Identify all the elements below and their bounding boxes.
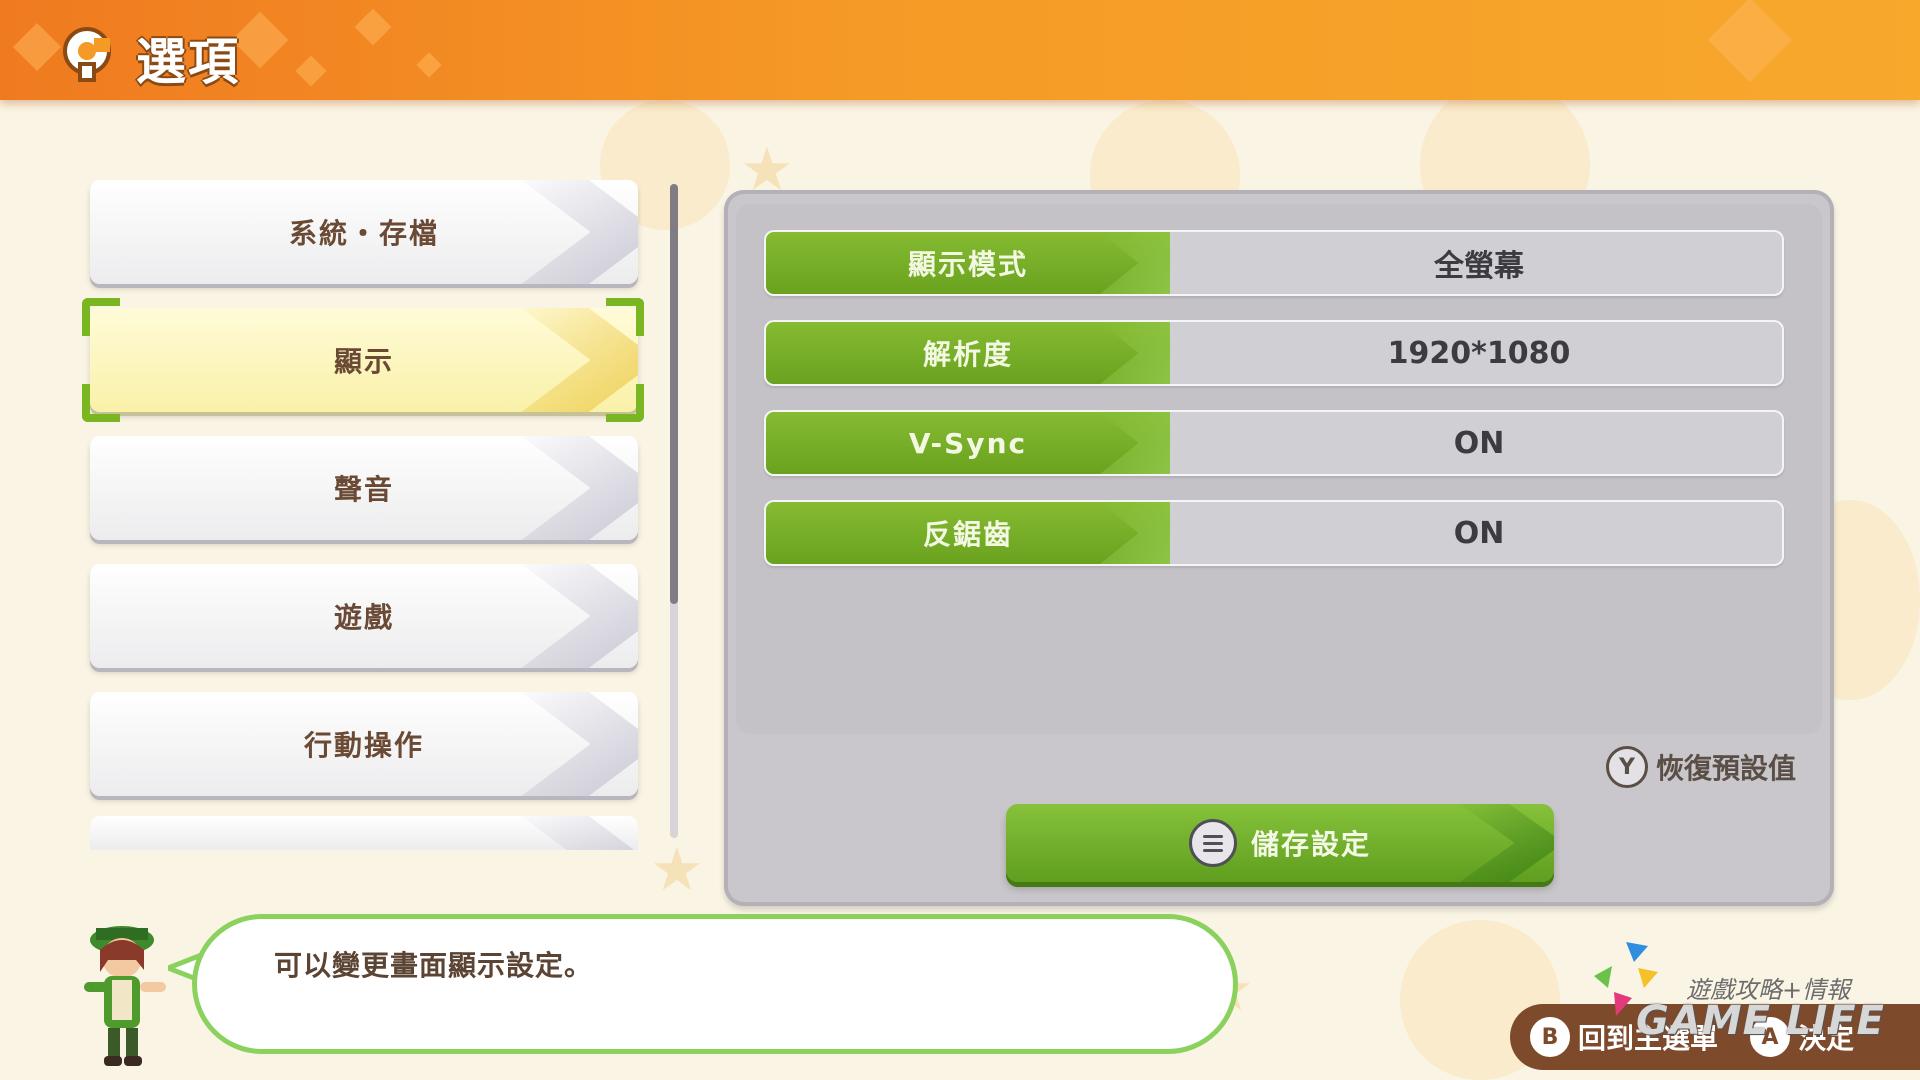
menu-item-game[interactable]: 遊戲 bbox=[90, 564, 638, 668]
menu-item-label: 系統・存檔 bbox=[288, 217, 439, 250]
menu-item-mobile-controls[interactable]: 行動操作 bbox=[90, 692, 638, 796]
menu-item-sound[interactable]: 聲音 bbox=[90, 436, 638, 540]
menu-item-partial[interactable] bbox=[90, 816, 638, 850]
hint-text: 可以變更畫面顯示設定。 bbox=[274, 949, 594, 982]
page-title: 選項 bbox=[136, 33, 240, 91]
star-icon: ★ bbox=[650, 835, 704, 905]
menu-item-label: 遊戲 bbox=[333, 601, 394, 634]
y-button-icon: Y bbox=[1606, 746, 1648, 788]
speech-bubble bbox=[192, 914, 1238, 1054]
menu-button-icon bbox=[1188, 819, 1237, 867]
setting-name: 反鋸齒 bbox=[766, 502, 1170, 564]
header-bar: 選項 bbox=[0, 0, 1920, 100]
guide-character bbox=[84, 926, 166, 1066]
setting-name: V-Sync bbox=[766, 412, 1170, 474]
selection-bracket bbox=[606, 384, 644, 422]
setting-row-resolution[interactable]: 解析度 1920*1080 bbox=[764, 320, 1784, 386]
watermark-title: GAME LIFE bbox=[1636, 998, 1885, 1044]
restore-defaults-label: 恢復預設值 bbox=[1656, 752, 1797, 785]
menu-item-label: 顯示 bbox=[333, 345, 394, 378]
menu-item-label: 行動操作 bbox=[303, 729, 424, 762]
menu-item-label: 聲音 bbox=[333, 473, 394, 506]
setting-value: ON bbox=[1453, 425, 1505, 461]
setting-row-vsync[interactable]: V-Sync ON bbox=[764, 410, 1784, 476]
setting-value: 全螢幕 bbox=[1434, 249, 1524, 284]
setting-value: 1920*1080 bbox=[1387, 335, 1571, 371]
selection-bracket bbox=[82, 298, 120, 336]
setting-name: 解析度 bbox=[766, 322, 1170, 384]
menu-item-display[interactable]: 顯示 bbox=[90, 308, 638, 412]
save-settings-label: 儲存設定 bbox=[1250, 828, 1371, 861]
selection-bracket bbox=[82, 384, 120, 422]
save-settings-button[interactable]: 儲存設定 bbox=[1006, 804, 1554, 882]
b-button-icon: B bbox=[1530, 1017, 1570, 1057]
setting-row-display-mode[interactable]: 顯示模式 全螢幕 bbox=[764, 230, 1784, 296]
setting-name: 顯示模式 bbox=[766, 232, 1170, 294]
scrollbar-thumb[interactable] bbox=[670, 184, 678, 604]
setting-row-anti-aliasing[interactable]: 反鋸齒 ON bbox=[764, 500, 1784, 566]
menu-item-system-save[interactable]: 系統・存檔 bbox=[90, 180, 638, 284]
selection-bracket bbox=[606, 298, 644, 336]
menu-scrollbar[interactable] bbox=[670, 184, 678, 838]
setting-value: ON bbox=[1453, 515, 1505, 551]
options-icon bbox=[63, 27, 111, 82]
restore-defaults-button[interactable]: Y 恢復預設值 bbox=[1606, 744, 1796, 790]
